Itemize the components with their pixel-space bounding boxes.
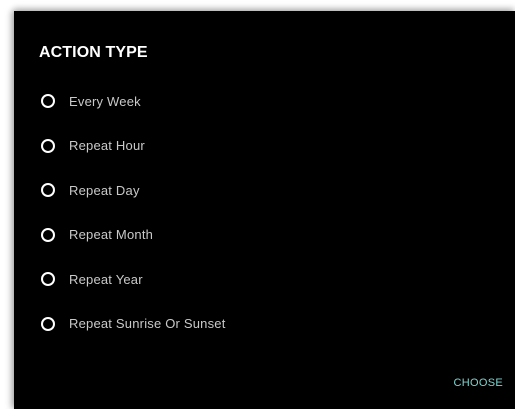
radio-button-icon[interactable]	[41, 227, 55, 242]
radio-button-icon[interactable]	[41, 94, 55, 108]
option-repeat-day[interactable]: Repeat Day	[41, 179, 226, 201]
choose-button[interactable]: CHOOSE	[454, 377, 503, 389]
option-label: Repeat Sunrise Or Sunset	[69, 316, 226, 332]
option-repeat-sunrise-or-sunset[interactable]: Repeat Sunrise Or Sunset	[41, 313, 226, 335]
option-label: Repeat Month	[69, 227, 154, 243]
option-repeat-month[interactable]: Repeat Month	[41, 224, 226, 246]
option-label: Every Week	[69, 93, 141, 109]
option-every-week[interactable]: Every Week	[41, 90, 226, 112]
option-repeat-year[interactable]: Repeat Year	[41, 268, 226, 290]
radio-button-icon[interactable]	[41, 272, 55, 287]
radio-button-icon[interactable]	[41, 316, 55, 331]
radio-button-icon[interactable]	[41, 138, 55, 153]
option-repeat-hour[interactable]: Repeat Hour	[41, 135, 226, 157]
action-type-options: Every Week Repeat Hour Repeat Day Repeat…	[41, 90, 226, 358]
action-type-dialog: ACTION TYPE Every Week Repeat Hour Repea…	[14, 11, 515, 409]
radio-button-icon[interactable]	[41, 183, 55, 198]
dialog-title: ACTION TYPE	[39, 44, 148, 61]
option-label: Repeat Year	[69, 271, 143, 287]
option-label: Repeat Day	[69, 182, 140, 198]
option-label: Repeat Hour	[69, 138, 145, 154]
